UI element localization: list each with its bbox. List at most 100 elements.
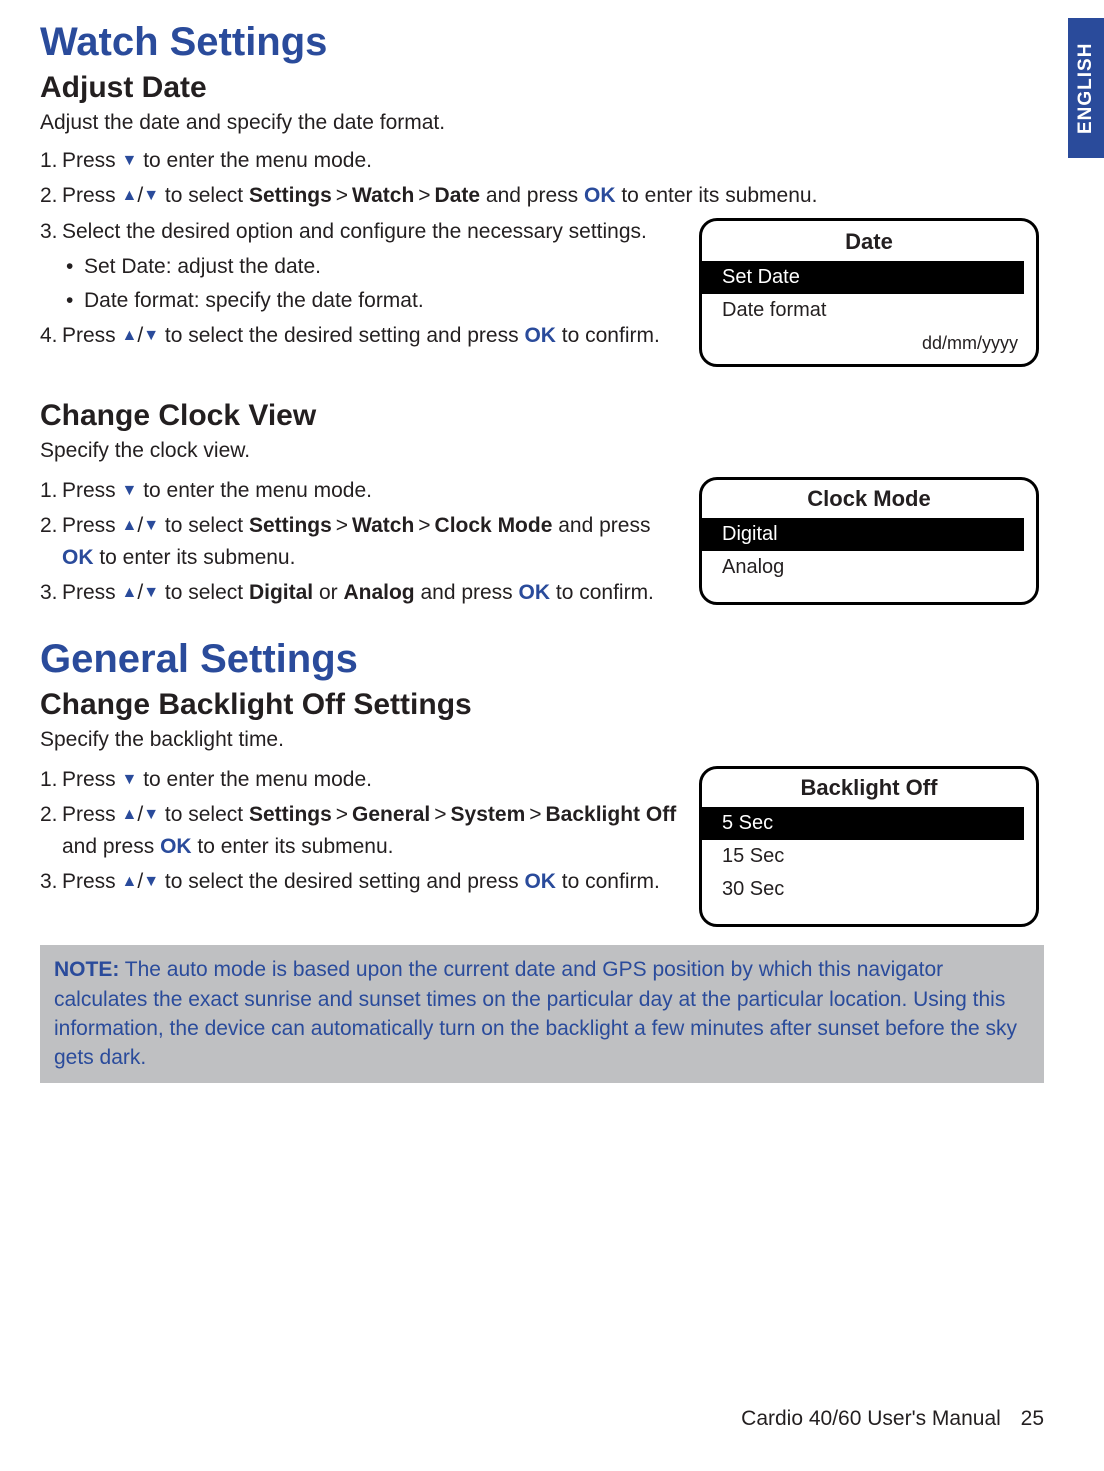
separator: > xyxy=(414,514,434,537)
triangle-down-icon: ▼ xyxy=(122,149,138,174)
note-box: NOTE: The auto mode is based upon the cu… xyxy=(40,945,1044,1083)
triangle-down-icon: ▼ xyxy=(143,581,159,606)
text: Press xyxy=(62,479,122,502)
step-text: Press ▼ to enter the menu mode. xyxy=(62,145,1044,178)
text: Press xyxy=(62,184,122,207)
triangle-down-icon: ▼ xyxy=(122,479,138,504)
step-number: 1. xyxy=(40,475,62,508)
step3-left: 3. Select the desired option and configu… xyxy=(40,214,677,354)
intro-adjust-date: Adjust the date and specify the date for… xyxy=(40,111,1044,135)
backlight-steps: 1. Press ▼ to enter the menu mode. 2. Pr… xyxy=(40,762,677,900)
bold: Backlight Off xyxy=(546,803,677,826)
triangle-down-icon: ▼ xyxy=(143,184,159,209)
steps-adjust-date: 1. Press ▼ to enter the menu mode. 2. Pr… xyxy=(40,145,1044,212)
step-text: Press ▲/▼ to select Settings>Watch>Clock… xyxy=(62,510,677,575)
section-heading-watch: Watch Settings xyxy=(40,20,1044,65)
bold: Settings xyxy=(249,184,332,207)
subheading-backlight: Change Backlight Off Settings xyxy=(40,688,1044,722)
ok-text: OK xyxy=(584,184,616,207)
separator: > xyxy=(414,184,434,207)
text: Press xyxy=(62,768,122,791)
triangle-up-icon: ▲ xyxy=(122,514,138,539)
device-screen-date: Date Set Date Date format dd/mm/yyyy xyxy=(699,218,1039,367)
step-number: 4. xyxy=(40,320,62,353)
device-title: Clock Mode xyxy=(702,486,1036,512)
triangle-up-icon: ▲ xyxy=(122,803,138,828)
text: to confirm. xyxy=(550,581,654,604)
device-title: Date xyxy=(702,229,1036,255)
text: Press xyxy=(62,149,122,172)
list-item: 1. Press ▼ to enter the menu mode. xyxy=(40,145,1044,178)
step-text: Press ▲/▼ to select Digital or Analog an… xyxy=(62,577,677,610)
text: to enter the menu mode. xyxy=(137,768,372,791)
list-item: 2. Press ▲/▼ to select Settings>General>… xyxy=(40,799,677,864)
list-item: 1. Press ▼ to enter the menu mode. xyxy=(40,475,677,508)
clock-steps: 1. Press ▼ to enter the menu mode. 2. Pr… xyxy=(40,473,677,611)
text: or xyxy=(313,581,343,604)
subheading-adjust-date: Adjust Date xyxy=(40,71,1044,105)
triangle-up-icon: ▲ xyxy=(122,870,138,895)
list-item: 1. Press ▼ to enter the menu mode. xyxy=(40,764,677,797)
bold: Date xyxy=(435,184,481,207)
footer-title: Cardio 40/60 User's Manual xyxy=(741,1407,1001,1430)
triangle-down-icon: ▼ xyxy=(143,870,159,895)
note-text: The auto mode is based upon the current … xyxy=(54,958,1017,1069)
step-number: 2. xyxy=(40,510,62,575)
bold: Watch xyxy=(352,184,414,207)
list-item: 3. Press ▲/▼ to select Digital or Analog… xyxy=(40,577,677,610)
step-number: 2. xyxy=(40,180,62,213)
text: to confirm. xyxy=(556,324,660,347)
text: and press xyxy=(62,835,160,858)
triangle-up-icon: ▲ xyxy=(122,184,138,209)
sub-item: • Date format: specify the date format. xyxy=(66,285,677,318)
bullet-icon: • xyxy=(66,285,84,318)
text: to select the desired setting and press xyxy=(159,870,524,893)
row-clock: 1. Press ▼ to enter the menu mode. 2. Pr… xyxy=(40,473,1044,611)
subheading-clock: Change Clock View xyxy=(40,399,1044,433)
step-number: 3. xyxy=(40,216,62,249)
device-col: Clock Mode Digital Analog xyxy=(699,473,1044,605)
step-text: Press ▲/▼ to select the desired setting … xyxy=(62,866,677,899)
step-text: Press ▲/▼ to select the desired setting … xyxy=(62,320,677,353)
row-step3-date: 3. Select the desired option and configu… xyxy=(40,214,1044,367)
triangle-down-icon: ▼ xyxy=(143,803,159,828)
text: to enter its submenu. xyxy=(615,184,817,207)
text: to enter the menu mode. xyxy=(137,149,372,172)
bold: Watch xyxy=(352,514,414,537)
bold: Analog xyxy=(343,581,414,604)
separator: > xyxy=(332,184,352,207)
text: to select the desired setting and press xyxy=(159,324,524,347)
triangle-up-icon: ▲ xyxy=(122,324,138,349)
text: Press xyxy=(62,803,122,826)
device-title: Backlight Off xyxy=(702,775,1036,801)
device-menu-item-selected: Set Date xyxy=(702,261,1036,294)
text: to confirm. xyxy=(556,870,660,893)
language-tab: ENGLISH xyxy=(1068,18,1104,158)
device-screen-clock: Clock Mode Digital Analog xyxy=(699,477,1039,605)
step-number: 2. xyxy=(40,799,62,864)
sub-text: Set Date: adjust the date. xyxy=(84,251,677,284)
step-text: Select the desired option and configure … xyxy=(62,216,677,249)
ok-text: OK xyxy=(160,835,192,858)
bold: Digital xyxy=(249,581,313,604)
bold: Clock Mode xyxy=(435,514,553,537)
ok-text: OK xyxy=(524,870,556,893)
ok-text: OK xyxy=(524,324,556,347)
intro-backlight: Specify the backlight time. xyxy=(40,728,1044,752)
text: to select xyxy=(159,184,249,207)
text: Press xyxy=(62,324,122,347)
text: to select xyxy=(159,581,249,604)
device-col: Backlight Off 5 Sec 15 Sec 30 Sec xyxy=(699,762,1044,927)
text: to select xyxy=(159,803,249,826)
ok-text: OK xyxy=(519,581,551,604)
text: to enter the menu mode. xyxy=(137,479,372,502)
list-item: 3. Select the desired option and configu… xyxy=(40,216,677,249)
bold: System xyxy=(451,803,526,826)
separator: > xyxy=(332,514,352,537)
separator: > xyxy=(430,803,450,826)
text: and press xyxy=(480,184,584,207)
triangle-down-icon: ▼ xyxy=(143,514,159,539)
text: to select xyxy=(159,514,249,537)
step-text: Press ▼ to enter the menu mode. xyxy=(62,764,677,797)
separator: > xyxy=(332,803,352,826)
